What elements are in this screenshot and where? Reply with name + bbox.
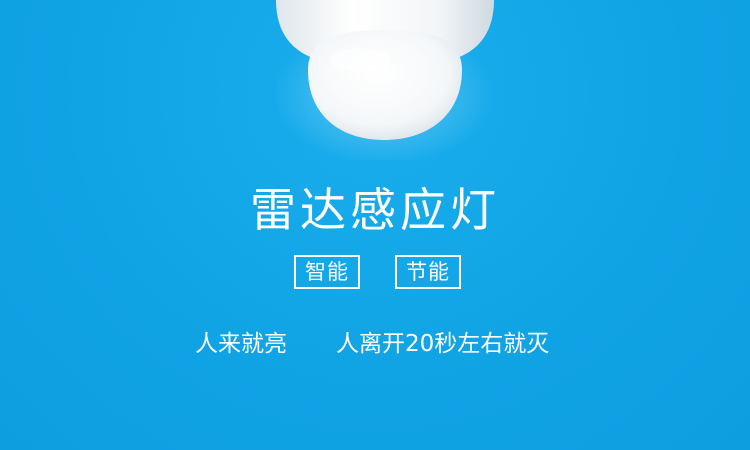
tag-smart: 智能	[294, 255, 360, 289]
tag-energy-saving: 节能	[395, 255, 461, 289]
description-light-off: 人离开20秒左右就灭	[336, 331, 550, 357]
description-light-on: 人来就亮	[195, 331, 287, 357]
led-bulb-icon	[274, 0, 494, 165]
product-banner: 雷达感应灯 智能 节能 人来就亮 人离开20秒左右就灭	[0, 0, 750, 450]
product-image	[0, 0, 750, 165]
product-title: 雷达感应灯	[250, 183, 500, 237]
